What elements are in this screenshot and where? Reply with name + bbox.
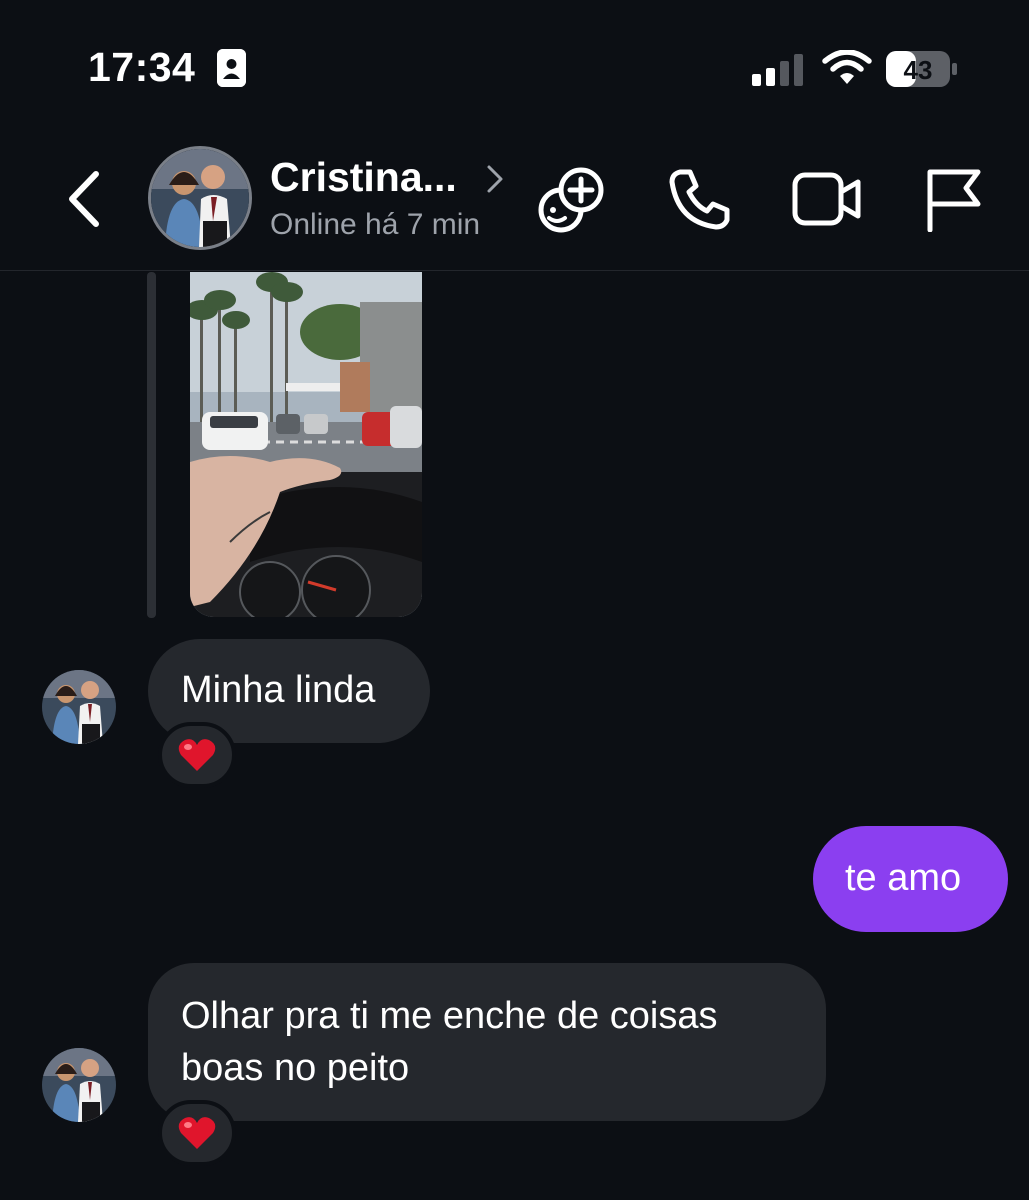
wifi-icon [822,49,872,86]
heart-icon [178,739,216,771]
contact-avatar[interactable] [148,146,252,250]
message-text: Minha linda [181,669,376,711]
chevron-right-icon[interactable] [484,164,506,194]
sender-avatar[interactable] [42,670,116,744]
message-text: te amo [845,857,962,899]
cellular-signal-icon [752,52,806,86]
flag-icon [927,169,981,233]
reaction-badge[interactable] [158,722,236,788]
voice-call-button[interactable] [666,166,732,232]
contact-card-icon [217,49,246,87]
phone-icon [669,169,730,230]
back-icon [69,171,99,227]
contact-status: Online há 7 min [270,208,481,241]
effects-icon [538,167,604,233]
reply-indicator-bar [147,272,156,618]
message-text-line: boas no peito [181,1047,410,1089]
battery-level: 43 [904,55,933,85]
report-button[interactable] [924,166,982,233]
message-bubble-outgoing[interactable]: te amo [813,826,1008,932]
contact-name[interactable]: Cristina... [270,154,457,201]
reaction-badge[interactable] [158,1100,236,1166]
shared-photo[interactable] [190,272,422,617]
sender-avatar[interactable] [42,1048,116,1122]
status-time: 17:34 [88,44,196,90]
effects-button[interactable] [537,164,607,234]
message-bubble-incoming[interactable]: Olhar pra ti me enche de coisas boas no … [148,963,826,1121]
video-call-button[interactable] [792,170,862,228]
battery-icon: 43 [886,51,958,87]
header-divider [0,270,1029,271]
video-icon [792,172,861,226]
back-button[interactable] [62,170,106,228]
heart-icon [178,1117,216,1149]
message-text-line: Olhar pra ti me enche de coisas [181,995,718,1037]
